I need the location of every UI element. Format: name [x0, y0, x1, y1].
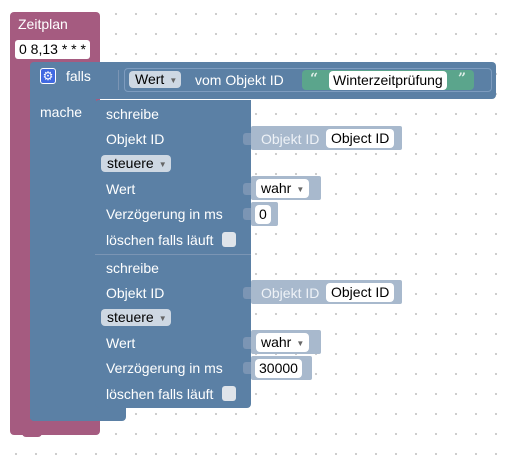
gear-icon[interactable]: ⚙: [40, 68, 56, 84]
delay-label: Verzögerung in ms: [106, 360, 223, 376]
mode-dropdown-label: steuere: [107, 309, 154, 325]
value-dropdown[interactable]: Wert ▼: [129, 71, 182, 88]
write-title: schreibe: [106, 106, 159, 122]
delay-field[interactable]: 0: [255, 205, 271, 224]
object-id-label: Objekt ID: [106, 131, 165, 147]
boolean-dropdown[interactable]: wahr ▼: [256, 333, 310, 352]
delay-field[interactable]: 30000: [255, 359, 302, 378]
mode-dropdown[interactable]: steuere ▼: [101, 155, 171, 172]
object-id-placeholder: Objekt ID: [261, 131, 320, 147]
object-id-field[interactable]: Object ID: [326, 283, 395, 302]
schedule-block-bottom-tab: [22, 431, 42, 437]
clear-checkbox[interactable]: [222, 232, 236, 247]
mode-dropdown[interactable]: steuere ▼: [101, 309, 171, 326]
chevron-down-icon: ▼: [296, 339, 305, 348]
chevron-down-icon: ▼: [169, 76, 178, 85]
value-label: Wert: [106, 335, 136, 351]
clear-label: löschen falls läuft: [106, 232, 214, 248]
value-dropdown-label: Wert: [135, 71, 165, 87]
string-value-field[interactable]: Winterzeitprüfung: [329, 71, 447, 90]
cron-field[interactable]: 0 8,13 * * *: [15, 40, 90, 59]
open-quote-icon: “: [310, 71, 319, 87]
write-title: schreibe: [106, 260, 159, 276]
clear-checkbox[interactable]: [222, 386, 236, 401]
mache-label: mache: [40, 104, 83, 120]
write-block-2-body: [95, 254, 251, 408]
if-block-column: [30, 90, 96, 419]
object-id-label: Objekt ID: [106, 285, 165, 301]
value-label: Wert: [106, 181, 136, 197]
close-quote-icon: ”: [458, 71, 467, 87]
chevron-down-icon: ▼: [296, 185, 305, 194]
mode-dropdown-label: steuere: [107, 155, 154, 171]
falls-label: falls: [66, 68, 91, 84]
boolean-dropdown-label: wahr: [261, 334, 292, 350]
chevron-down-icon: ▼: [158, 160, 167, 169]
object-id-field[interactable]: Object ID: [326, 129, 395, 148]
from-object-label: vom Objekt ID: [195, 72, 284, 88]
clear-label: löschen falls läuft: [106, 386, 214, 402]
delay-label: Verzögerung in ms: [106, 206, 223, 222]
boolean-dropdown-label: wahr: [261, 180, 292, 196]
object-id-placeholder: Objekt ID: [261, 285, 320, 301]
write-block-1-body: [95, 100, 251, 254]
schedule-title: Zeitplan: [18, 16, 68, 32]
chevron-down-icon: ▼: [158, 314, 167, 323]
if-block-footer: [30, 407, 126, 421]
boolean-dropdown[interactable]: wahr ▼: [256, 179, 310, 198]
